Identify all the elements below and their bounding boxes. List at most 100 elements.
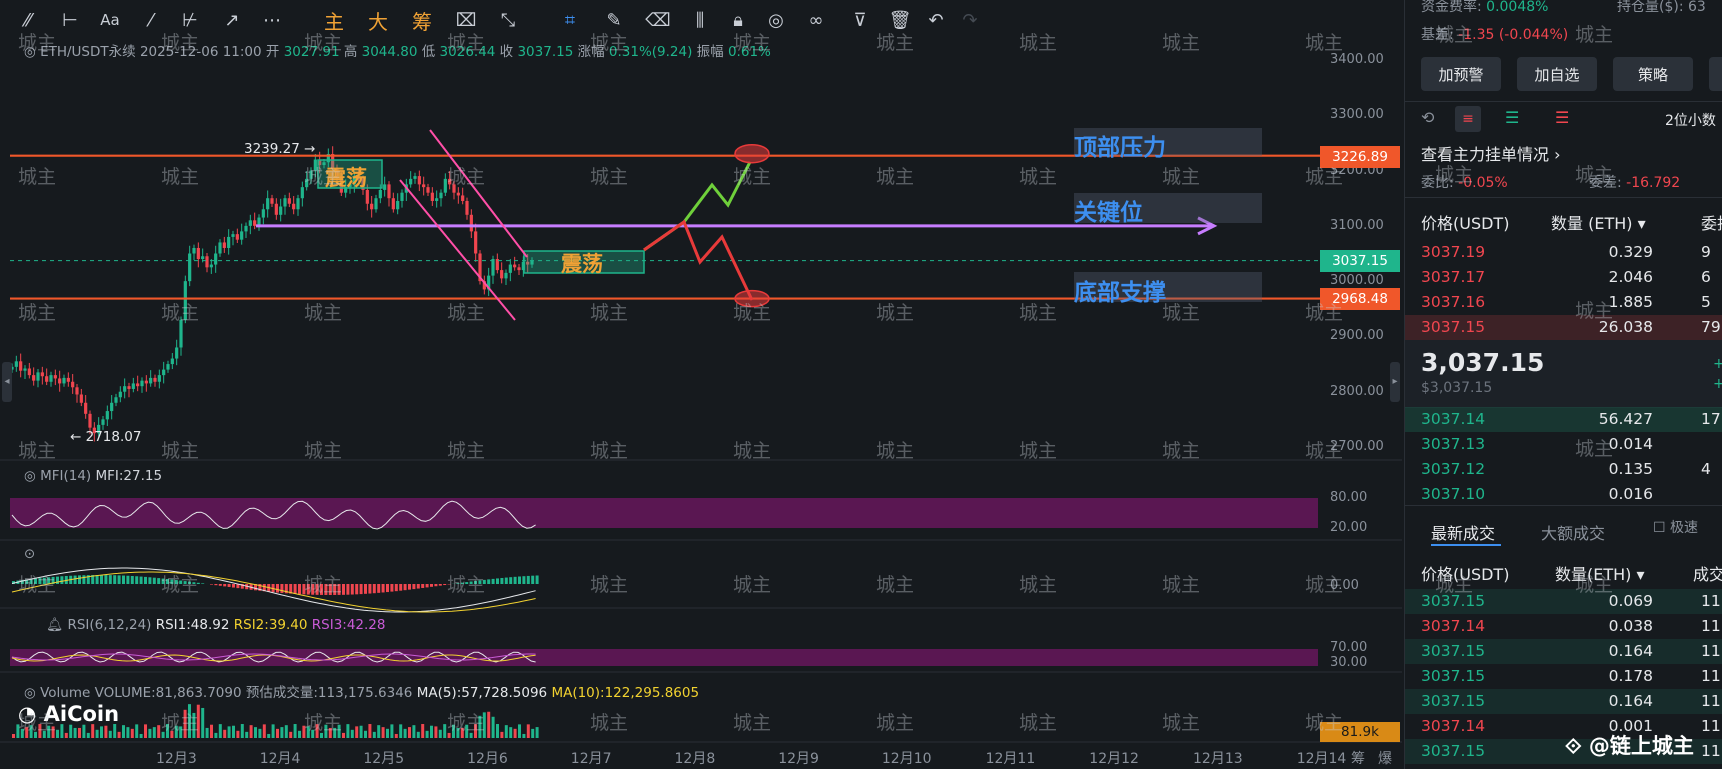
- screenshot-icon[interactable]: ⌧: [452, 6, 480, 34]
- rsi1-value: RSI1:48.92: [155, 617, 230, 633]
- big-indicator-button[interactable]: 大: [364, 6, 392, 34]
- macd-bar: [315, 584, 319, 595]
- lock-icon[interactable]: 🔒︎: [724, 6, 752, 34]
- speed-toggle[interactable]: ☐ 极速: [1653, 517, 1698, 537]
- mfi-band: [10, 498, 1318, 528]
- liquidation-tab[interactable]: 爆: [1378, 748, 1392, 768]
- delete-icon[interactable]: 🗑︎: [886, 6, 914, 34]
- volume-bar: [293, 724, 297, 738]
- magnet-icon[interactable]: ⌗: [556, 6, 584, 34]
- macd-bar: [425, 584, 429, 588]
- chip-indicator-button[interactable]: 筹: [408, 6, 436, 34]
- ask-row[interactable]: 3037.15 26.038 79: [1405, 315, 1722, 340]
- fib-icon[interactable]: ⊬: [176, 6, 204, 34]
- macd-bar: [381, 584, 385, 593]
- candle-body: [409, 178, 413, 185]
- ob-col-qty[interactable]: 数量 (ETH) ▾: [1551, 210, 1646, 234]
- expand-icon[interactable]: ⊙: [24, 546, 35, 562]
- horizontal-line-icon[interactable]: ⊢: [56, 6, 84, 34]
- trade-row[interactable]: 3037.15 0.164 11: [1405, 689, 1722, 714]
- chip-tab[interactable]: 筹: [1351, 748, 1365, 768]
- volume-bar: [126, 727, 130, 738]
- order-diff: 委差: -16.792: [1589, 172, 1680, 192]
- rsi-band: [10, 649, 1318, 666]
- asks-only-icon[interactable]: ☰: [1555, 108, 1569, 127]
- more-icon[interactable]: ⋯: [258, 6, 286, 34]
- candle-body: [296, 198, 300, 210]
- add-watchlist-button[interactable]: 加自选: [1517, 57, 1597, 91]
- trades-col-done: 成交: [1693, 565, 1722, 584]
- eye-icon[interactable]: ◎: [24, 468, 40, 484]
- row-qty: 0.329: [1608, 243, 1653, 261]
- x-tick: 12月13: [1193, 751, 1243, 767]
- row-qty: 0.016: [1608, 485, 1653, 503]
- key-level-label: 关键位: [1074, 200, 1143, 226]
- low-value: 3026.44: [439, 44, 496, 60]
- main-orders-link[interactable]: 查看主力挂单情况 ›: [1421, 141, 1561, 165]
- footer-brand: ⟐ @链上城主: [1565, 730, 1694, 760]
- trades-col-qty[interactable]: 数量(ETH) ▾: [1555, 561, 1645, 585]
- macd-bar: [276, 584, 279, 593]
- bid-row[interactable]: 3037.12 0.135 4: [1405, 457, 1722, 482]
- chart-area[interactable]: ⁄⁄ ⊢ Aa ⁄ ⊬ ↗ ⋯ 主 大 筹 ⌧ ⤡ ⌗ ✎ ⌫ ⫼ 🔒︎ ◎ ∞…: [0, 0, 1402, 769]
- decimals-select[interactable]: 2位小数: [1665, 110, 1716, 130]
- bell-icon[interactable]: 🔔︎: [46, 617, 63, 633]
- link-icon[interactable]: ∞: [802, 6, 830, 34]
- right-collapse-handle[interactable]: ▸: [1390, 362, 1400, 402]
- candle-body: [274, 203, 278, 215]
- collapse-icon[interactable]: ◎: [24, 44, 40, 60]
- simple-button[interactable]: 简: [1709, 57, 1722, 91]
- row-qty: 56.427: [1598, 410, 1653, 428]
- main-indicator-button[interactable]: 主: [320, 6, 348, 34]
- divider: [1405, 505, 1722, 506]
- price-chart-svg[interactable]: [0, 0, 1402, 769]
- tab-big-trades[interactable]: 大额成交: [1541, 520, 1605, 544]
- volume-bar: [214, 732, 218, 738]
- bid-row[interactable]: 3037.13 0.014: [1405, 432, 1722, 457]
- eye-icon[interactable]: ◎: [24, 685, 40, 701]
- eye-icon[interactable]: ◎: [762, 6, 790, 34]
- ask-row[interactable]: 3037.16 1.885 5: [1405, 290, 1722, 315]
- side-panel: 资金费率: 0.0048% 持仓量($): 63 基差: -1.35 (-0.0…: [1404, 0, 1722, 769]
- text-tool-icon[interactable]: Aa: [96, 6, 124, 34]
- volume-bar: [465, 724, 469, 738]
- brush-icon[interactable]: ✎: [600, 6, 628, 34]
- filter-icon[interactable]: ⊽: [846, 6, 874, 34]
- left-collapse-handle[interactable]: ◂: [2, 362, 12, 402]
- both-sides-icon[interactable]: ≡: [1455, 106, 1481, 132]
- macd-bar: [183, 581, 187, 584]
- eraser-icon[interactable]: ⌫: [644, 6, 672, 34]
- rsi-tick-30: 30.00: [1330, 655, 1368, 670]
- candle-body: [513, 264, 517, 268]
- strategy-button[interactable]: 策略: [1613, 57, 1693, 91]
- trade-row[interactable]: 3037.15 0.164 11: [1405, 639, 1722, 664]
- volume-bar: [438, 729, 442, 738]
- add-alert-button[interactable]: 加预警: [1421, 57, 1501, 91]
- undo-icon[interactable]: ↶: [922, 6, 950, 34]
- volume-bar: [148, 728, 152, 738]
- ray-icon[interactable]: ⁄: [137, 6, 165, 34]
- ask-row[interactable]: 3037.19 0.329 9: [1405, 240, 1722, 265]
- datetime-label: 2025-12-06 11:00: [139, 44, 262, 60]
- depth-mode-icon[interactable]: ⟲: [1421, 108, 1434, 127]
- trade-row[interactable]: 3037.14 0.038 11: [1405, 614, 1722, 639]
- arrow-tool-icon[interactable]: ↗: [218, 6, 246, 34]
- checkbox-icon[interactable]: ☐: [1653, 520, 1666, 536]
- trade-row[interactable]: 3037.15 0.069 11: [1405, 589, 1722, 614]
- bid-row[interactable]: 3037.10 0.016: [1405, 482, 1722, 507]
- target-bottom-marker: [734, 289, 770, 308]
- tab-latest-trades[interactable]: 最新成交: [1431, 520, 1495, 544]
- macd-bar: [368, 584, 372, 594]
- redo-icon[interactable]: ↷: [956, 6, 984, 34]
- trade-row[interactable]: 3037.15 0.178 11: [1405, 664, 1722, 689]
- measure-icon[interactable]: ⤡: [494, 6, 522, 34]
- pattern-icon[interactable]: ⫼: [686, 6, 714, 34]
- trendline-icon[interactable]: ⁄⁄: [14, 6, 42, 34]
- candle-body: [196, 247, 200, 260]
- bids-only-icon[interactable]: ☰: [1505, 108, 1519, 127]
- candle-body: [127, 386, 131, 389]
- ask-row[interactable]: 3037.17 2.046 6: [1405, 265, 1722, 290]
- bid-row[interactable]: 3037.14 56.427 171: [1405, 407, 1722, 432]
- current-price-tag: 3037.15: [1320, 250, 1400, 272]
- row-price: 3037.15: [1421, 742, 1486, 760]
